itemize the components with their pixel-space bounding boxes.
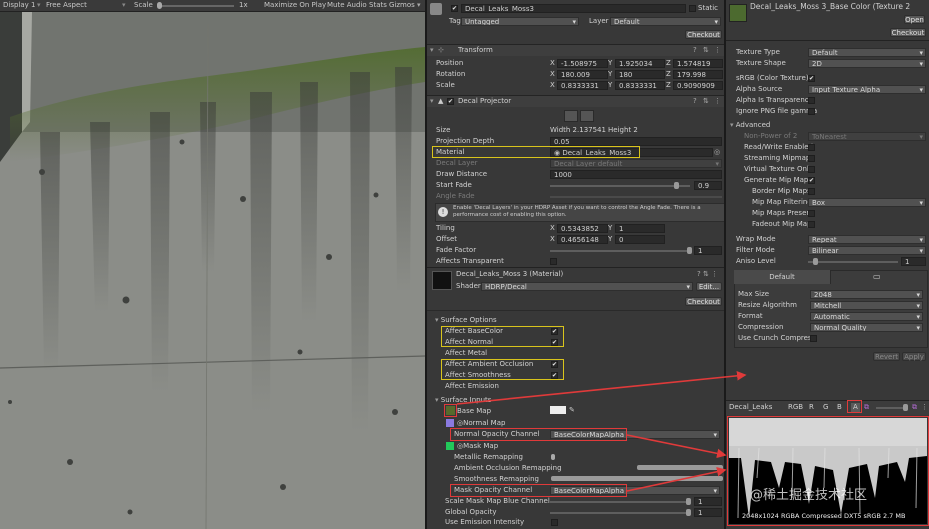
annotation-arrows <box>456 371 747 492</box>
arrow-base-map <box>456 371 747 405</box>
arrow-normal-opacity <box>626 434 727 459</box>
arrow-mask-opacity <box>626 466 727 492</box>
